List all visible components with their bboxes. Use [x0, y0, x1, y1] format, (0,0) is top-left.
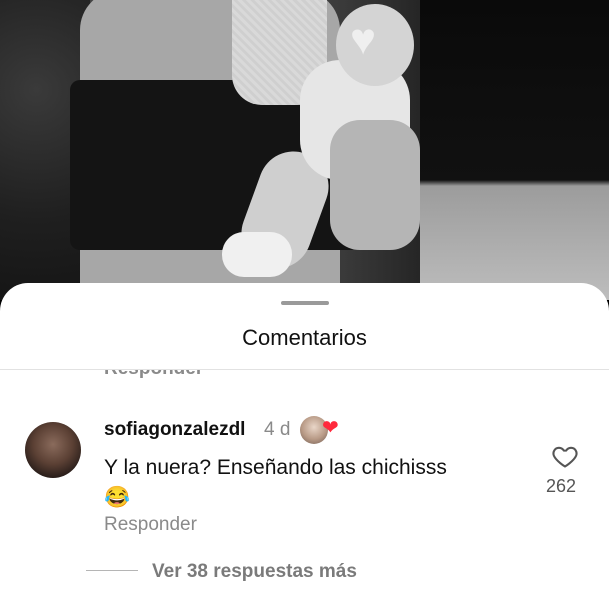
photo-window: [420, 0, 609, 300]
photo-hand: [330, 120, 420, 250]
comments-list[interactable]: Responder sofiagonzalezdl 4 d ❤ Y la nue…: [0, 370, 609, 611]
view-replies-button[interactable]: Ver 38 respuestas más: [152, 561, 357, 583]
heart-icon[interactable]: [551, 442, 579, 470]
comment-text: Y la nuera? Enseñando las chichisss 😂: [104, 453, 524, 513]
reply-button[interactable]: Responder: [104, 514, 197, 536]
avatar[interactable]: [25, 422, 81, 478]
heart-sticker-icon: ♥: [350, 15, 377, 64]
laughing-emoji: 😂: [104, 486, 131, 509]
author-liked-heart-icon: ❤: [322, 417, 339, 439]
comment-username[interactable]: sofiagonzalezdl: [104, 419, 245, 441]
comments-sheet: Comentarios Responder sofiagonzalezdl 4 …: [0, 283, 609, 611]
comment-time: 4 d: [264, 419, 291, 440]
post-photo: ♥: [0, 0, 609, 300]
replies-divider: [86, 570, 138, 571]
comment-body: Y la nuera? Enseñando las chichisss: [104, 456, 447, 479]
drag-handle[interactable]: [281, 301, 329, 305]
like-count: 262: [546, 476, 577, 496]
previous-reply-button[interactable]: Responder: [104, 370, 203, 380]
photo-sock: [222, 232, 292, 277]
sheet-title: Comentarios: [242, 325, 367, 350]
